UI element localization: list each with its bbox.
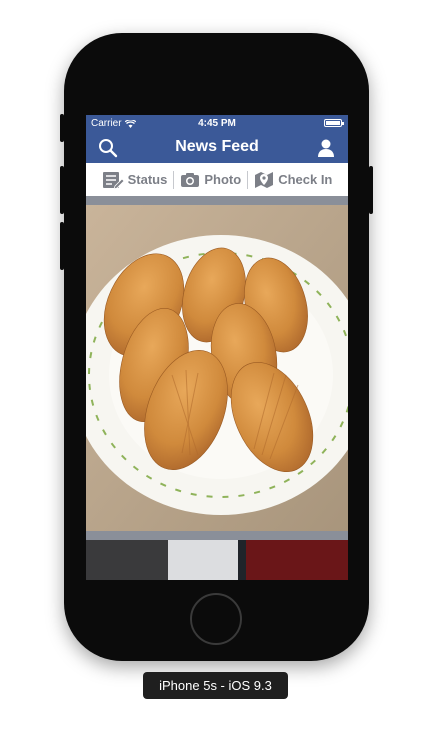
photo-strip-red bbox=[246, 540, 348, 580]
device-screen: Carrier 4:45 PM News Feed Status Photo C… bbox=[86, 115, 348, 580]
mute-switch bbox=[60, 114, 64, 142]
action-bar: Status Photo Check In bbox=[86, 163, 348, 196]
status-label: Status bbox=[127, 172, 168, 187]
status-bar: Carrier 4:45 PM bbox=[86, 115, 348, 132]
status-button[interactable]: Status bbox=[96, 171, 174, 189]
map-pin-icon bbox=[255, 171, 274, 188]
madeleines-photo bbox=[86, 205, 348, 531]
check-in-button[interactable]: Check In bbox=[248, 171, 338, 189]
photo-strip-light bbox=[168, 540, 238, 580]
status-icon bbox=[102, 171, 124, 189]
photo-strip-dark bbox=[86, 540, 168, 580]
volume-up-button bbox=[60, 166, 64, 214]
simulator-caption: iPhone 5s - iOS 9.3 bbox=[143, 672, 288, 699]
home-button[interactable] bbox=[190, 593, 242, 645]
page-title: News Feed bbox=[175, 138, 259, 155]
power-button bbox=[369, 166, 373, 214]
camera-icon bbox=[181, 172, 200, 187]
profile-icon[interactable] bbox=[316, 138, 336, 158]
photo-label: Photo bbox=[204, 172, 242, 187]
battery-icon bbox=[324, 119, 344, 127]
photo-button[interactable]: Photo bbox=[174, 172, 247, 188]
volume-down-button bbox=[60, 222, 64, 270]
navigation-bar: News Feed bbox=[86, 132, 348, 163]
post-photo[interactable] bbox=[86, 205, 348, 531]
photo-strip-mid bbox=[238, 540, 246, 580]
next-post-photo[interactable] bbox=[86, 540, 348, 580]
check-in-label: Check In bbox=[278, 172, 333, 187]
status-time: 4:45 PM bbox=[198, 118, 236, 129]
